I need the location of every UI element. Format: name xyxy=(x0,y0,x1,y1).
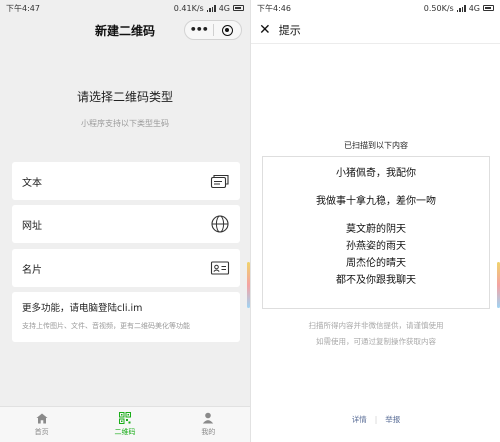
disclaimer: 扫描所得内容并非微信提供，请谨慎使用 如需使用，可通过复制操作获取内容 xyxy=(251,318,500,350)
content-line: 都不及你跟我聊天 xyxy=(336,275,416,286)
disclaimer-line: 如需使用，可通过复制操作获取内容 xyxy=(316,337,436,346)
miniprogram-capsule: ••• xyxy=(184,20,242,40)
globe-icon xyxy=(211,215,229,233)
tab-home[interactable]: 首页 xyxy=(0,407,83,442)
page-title: 提示 xyxy=(278,23,301,37)
battery-icon xyxy=(233,5,244,11)
signal-icon xyxy=(456,4,466,12)
person-icon xyxy=(203,412,214,424)
option-text[interactable]: 文本 xyxy=(12,162,240,200)
right-screen: 下午4:46 0.50K/s 4G ✕ 提示 已扫描到以下内容 小猪佩奇，我配你… xyxy=(250,0,500,442)
content-line: 孙燕姿的雨天 xyxy=(346,241,406,252)
exit-target-icon xyxy=(221,24,233,36)
details-link[interactable]: 详情 xyxy=(352,414,367,425)
content-line: 莫文蔚的阴天 xyxy=(346,224,406,235)
battery-icon xyxy=(483,5,494,11)
tab-profile[interactable]: 我的 xyxy=(167,407,250,442)
more-features-subtitle: 支持上传图片、文件、音视频，更有二维码美化等功能 xyxy=(22,322,190,330)
status-bar: 下午4:46 0.50K/s 4G xyxy=(251,0,500,16)
left-screen: 下午4:47 0.41K/s 4G 新建二维码 ••• 请选择二维码类型 小程序… xyxy=(0,0,250,442)
content-line: 我做事十拿九稳，差你一吻 xyxy=(316,196,436,207)
more-features-title: 更多功能，请电脑登陆cli.im xyxy=(22,303,143,314)
report-link[interactable]: 举报 xyxy=(385,414,400,425)
option-label: 名片 xyxy=(22,264,42,276)
option-label: 网址 xyxy=(22,220,42,232)
page-title: 新建二维码 xyxy=(94,23,155,38)
scanned-label: 已扫描到以下内容 xyxy=(344,141,408,150)
tab-label: 二维码 xyxy=(114,428,136,436)
status-bar: 下午4:47 0.41K/s 4G xyxy=(0,0,250,16)
network-speed: 0.50K/s xyxy=(423,3,454,13)
footer-divider: | xyxy=(374,415,378,424)
signal-icon xyxy=(206,4,216,12)
scanned-content-box[interactable]: 小猪佩奇，我配你 我做事十拿九稳，差你一吻 莫文蔚的阴天 孙燕姿的雨天 周杰伦的… xyxy=(262,156,490,309)
status-time: 下午4:47 xyxy=(6,3,40,13)
nav-bar: ✕ 提示 xyxy=(251,16,500,44)
subline: 小程序支持以下类型生码 xyxy=(81,119,169,128)
id-card-icon xyxy=(210,261,230,275)
content-line: 周杰伦的晴天 xyxy=(346,258,406,269)
more-menu-button[interactable]: ••• xyxy=(185,21,213,39)
qr-code-icon xyxy=(118,412,131,424)
close-icon[interactable]: ✕ xyxy=(259,23,271,37)
network-type: 4G xyxy=(218,3,230,13)
tab-bar: 首页 二维码 我的 xyxy=(0,406,250,442)
option-label: 文本 xyxy=(22,177,42,189)
option-business-card[interactable]: 名片 xyxy=(12,249,240,287)
status-time: 下午4:46 xyxy=(257,3,291,13)
disclaimer-line: 扫描所得内容并非微信提供，请谨慎使用 xyxy=(308,321,444,330)
more-features-card[interactable]: 更多功能，请电脑登陆cli.im 支持上传图片、文件、音视频，更有二维码美化等功… xyxy=(12,292,240,342)
tab-label: 我的 xyxy=(201,428,216,436)
nav-bar: 新建二维码 ••• xyxy=(0,16,250,44)
tab-qr-code[interactable]: 二维码 xyxy=(83,407,166,442)
network-type: 4G xyxy=(468,3,480,13)
option-url[interactable]: 网址 xyxy=(12,205,240,243)
footer-links: 详情 | 举报 xyxy=(251,414,500,425)
exit-button[interactable] xyxy=(214,24,242,36)
message-icon xyxy=(210,174,229,189)
content-line: 小猪佩奇，我配你 xyxy=(336,168,416,179)
network-speed: 0.41K/s xyxy=(173,3,204,13)
headline: 请选择二维码类型 xyxy=(76,90,173,104)
tab-label: 首页 xyxy=(34,427,49,436)
home-icon xyxy=(36,413,48,423)
